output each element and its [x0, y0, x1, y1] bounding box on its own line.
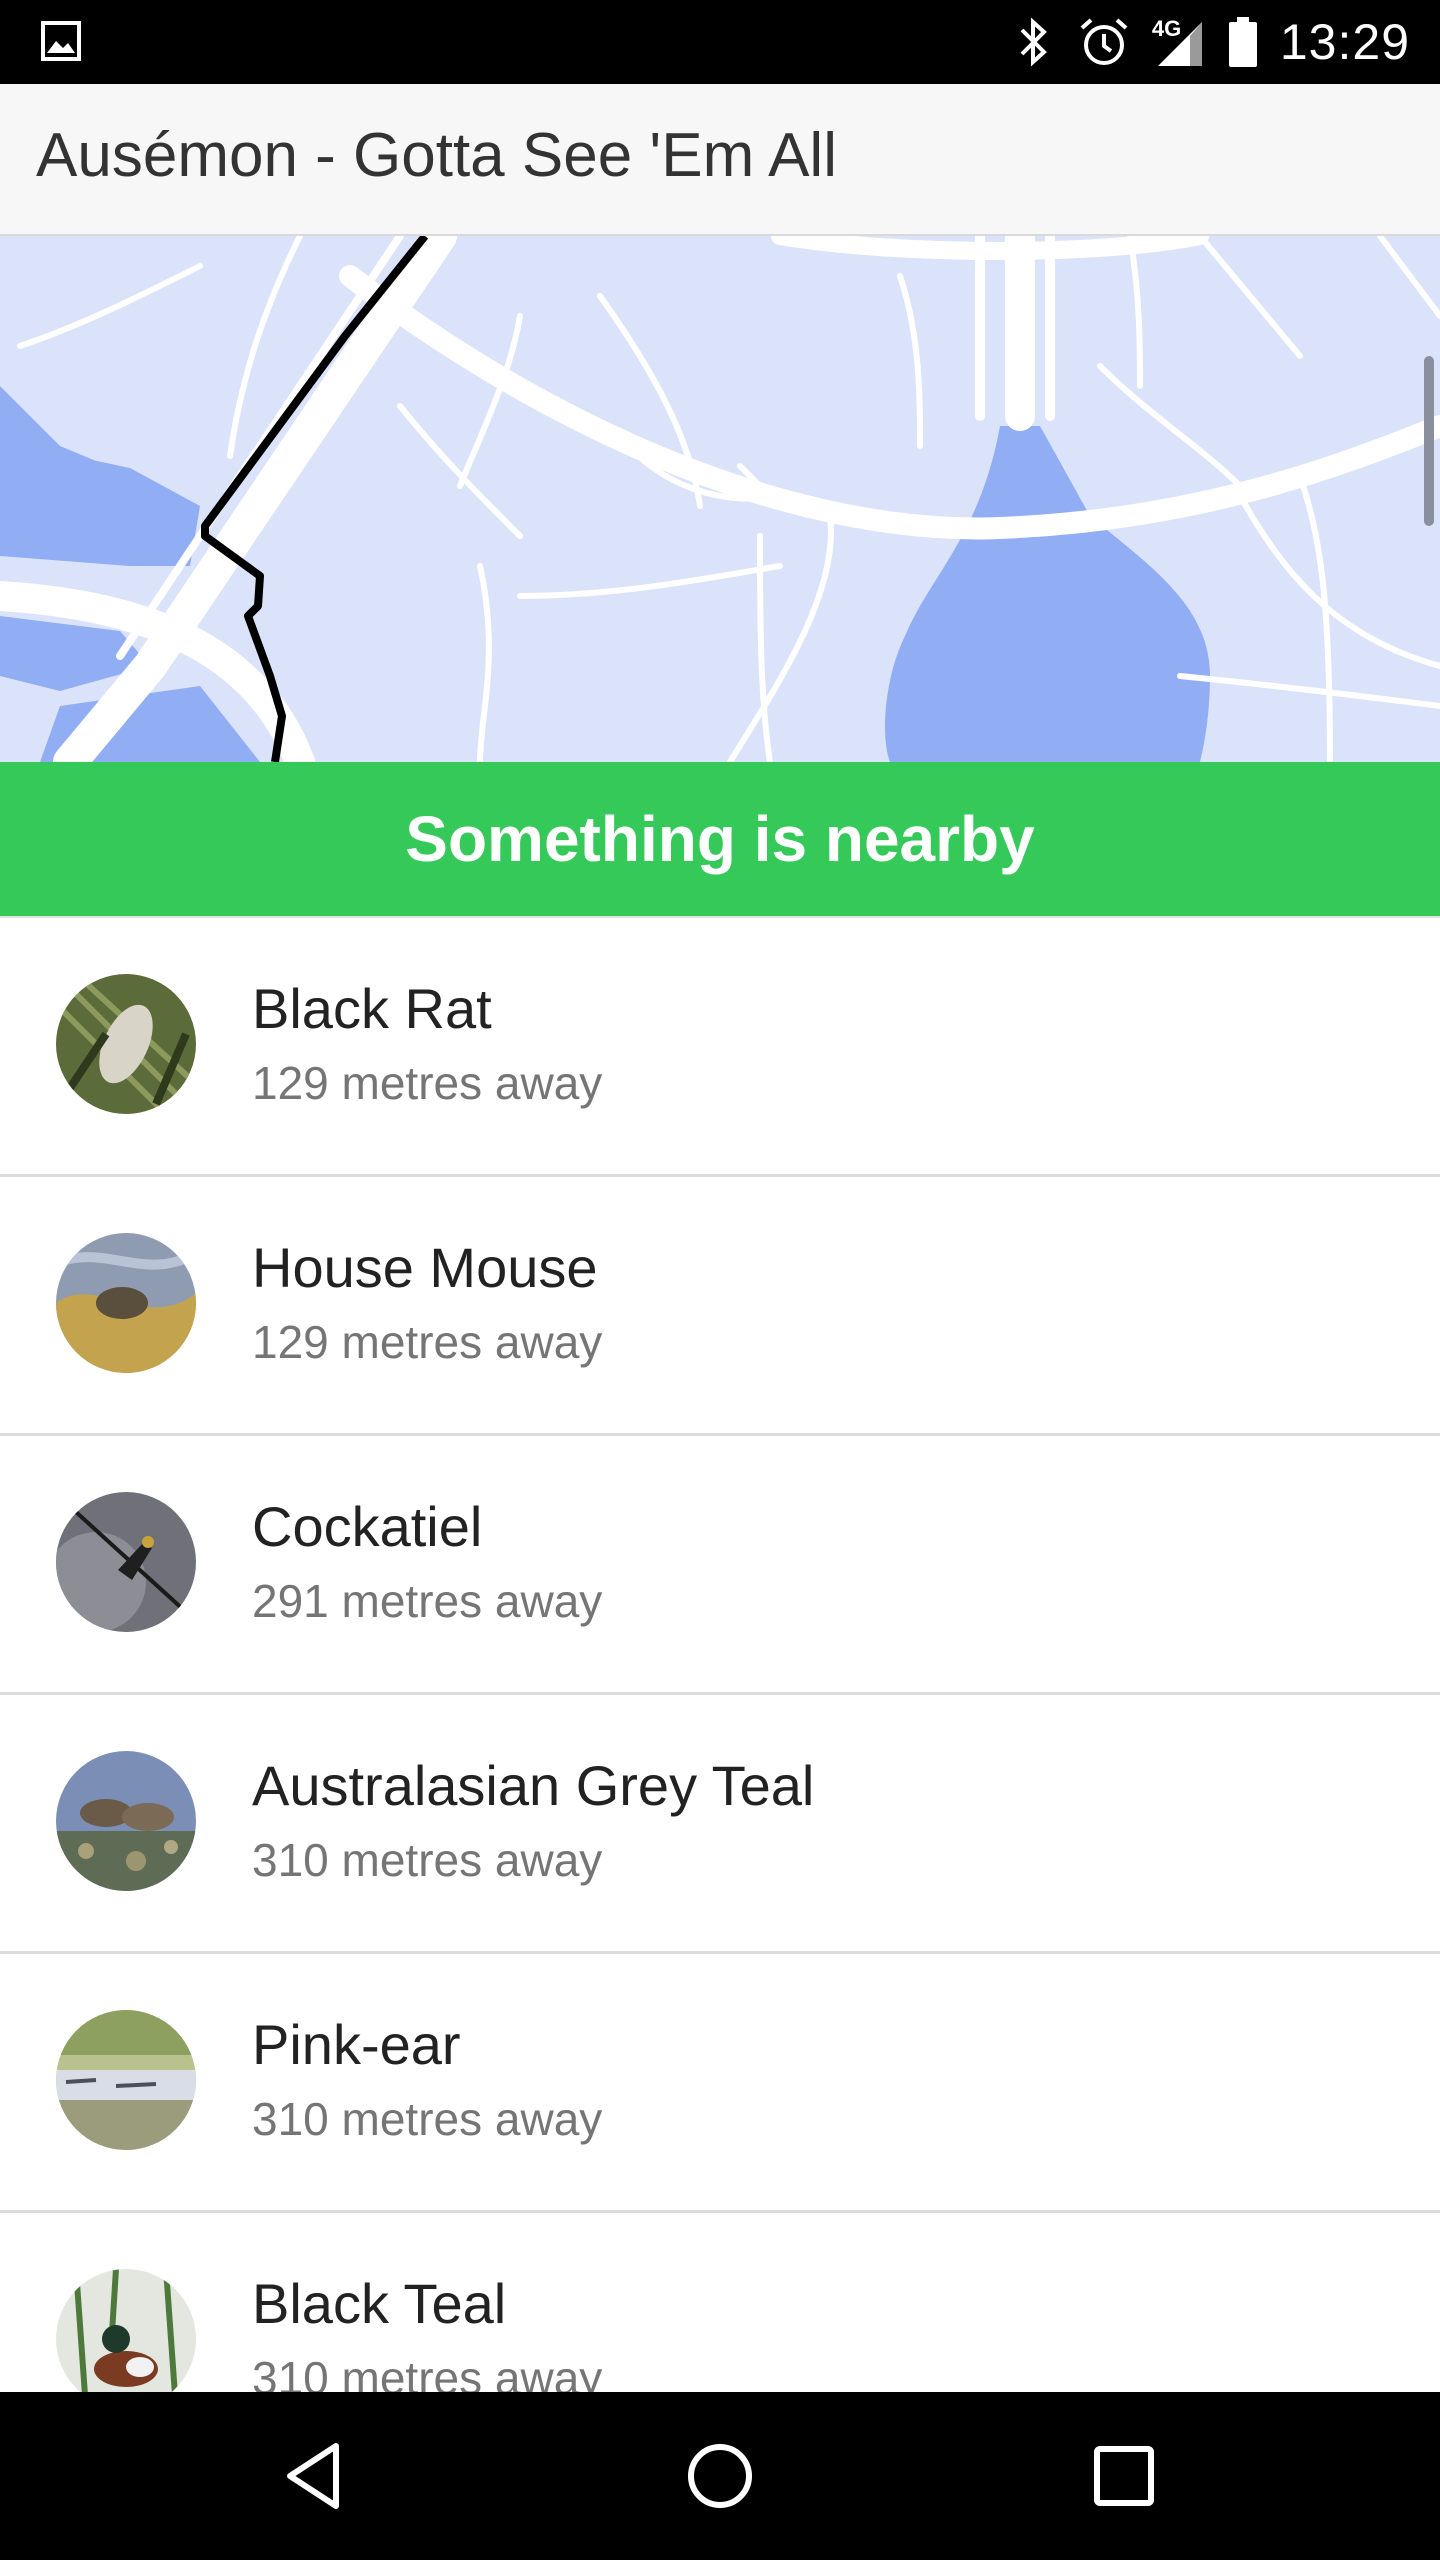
black-teal-thumbnail [56, 2269, 196, 2392]
list-item[interactable]: House Mouse 129 metres away [0, 1177, 1440, 1436]
map-view[interactable] [0, 236, 1440, 762]
map-canvas [0, 236, 1440, 762]
app-screen: 4G 13:29 Ausémon - Gotta See 'Em All Som… [0, 0, 1440, 2560]
list-item[interactable]: Black Rat 129 metres away [0, 918, 1440, 1177]
cockatiel-thumbnail [56, 1492, 196, 1632]
species-distance: 129 metres away [252, 1316, 603, 1368]
app-title: Ausémon - Gotta See 'Em All [36, 121, 837, 190]
species-name: Black Teal [252, 2272, 507, 2335]
battery-icon [1228, 17, 1257, 67]
species-distance: 310 metres away [252, 2352, 603, 2392]
species-name: Australasian Grey Teal [252, 1754, 815, 1817]
nearby-banner-text: Something is nearby [405, 803, 1035, 875]
species-distance: 310 metres away [252, 2093, 603, 2145]
alarm-icon [1080, 18, 1128, 65]
back-icon[interactable] [276, 2436, 356, 2516]
recents-icon[interactable] [1084, 2436, 1164, 2516]
navigation-bar [0, 2392, 1440, 2560]
species-name: Black Rat [252, 977, 492, 1040]
species-name: House Mouse [252, 1236, 598, 1299]
list-item[interactable]: Pink-ear 310 metres away [0, 1954, 1440, 2213]
signal-icon [1157, 22, 1202, 66]
nearby-banner[interactable]: Something is nearby [0, 762, 1440, 916]
species-distance: 291 metres away [252, 1575, 603, 1627]
list-item[interactable]: Black Teal 310 metres away [0, 2213, 1440, 2392]
species-distance: 310 metres away [252, 1834, 603, 1886]
image-icon [41, 21, 81, 61]
list-item[interactable]: Australasian Grey Teal 310 metres away [0, 1695, 1440, 1954]
status-icons: 4G 13:29 [1012, 0, 1410, 84]
status-bar: 4G 13:29 [0, 0, 1440, 84]
list-item[interactable]: Cockatiel 291 metres away [0, 1436, 1440, 1695]
species-name: Pink-ear [252, 2013, 461, 2076]
home-icon[interactable] [680, 2436, 760, 2516]
grey-teal-thumbnail [56, 1751, 196, 1891]
species-list[interactable]: Black Rat 129 metres away House Mouse 12… [0, 916, 1440, 2392]
species-name: Cockatiel [252, 1495, 483, 1558]
signal-indicator: 4G [1152, 16, 1206, 68]
black-rat-thumbnail [56, 974, 196, 1114]
status-time: 13:29 [1279, 14, 1410, 70]
house-mouse-thumbnail [56, 1233, 196, 1373]
pink-ear-thumbnail [56, 2010, 196, 2150]
map-scrollbar[interactable] [1424, 356, 1434, 526]
species-distance: 129 metres away [252, 1057, 603, 1109]
bluetooth-icon [1020, 17, 1047, 67]
app-bar: Ausémon - Gotta See 'Em All [0, 84, 1440, 236]
